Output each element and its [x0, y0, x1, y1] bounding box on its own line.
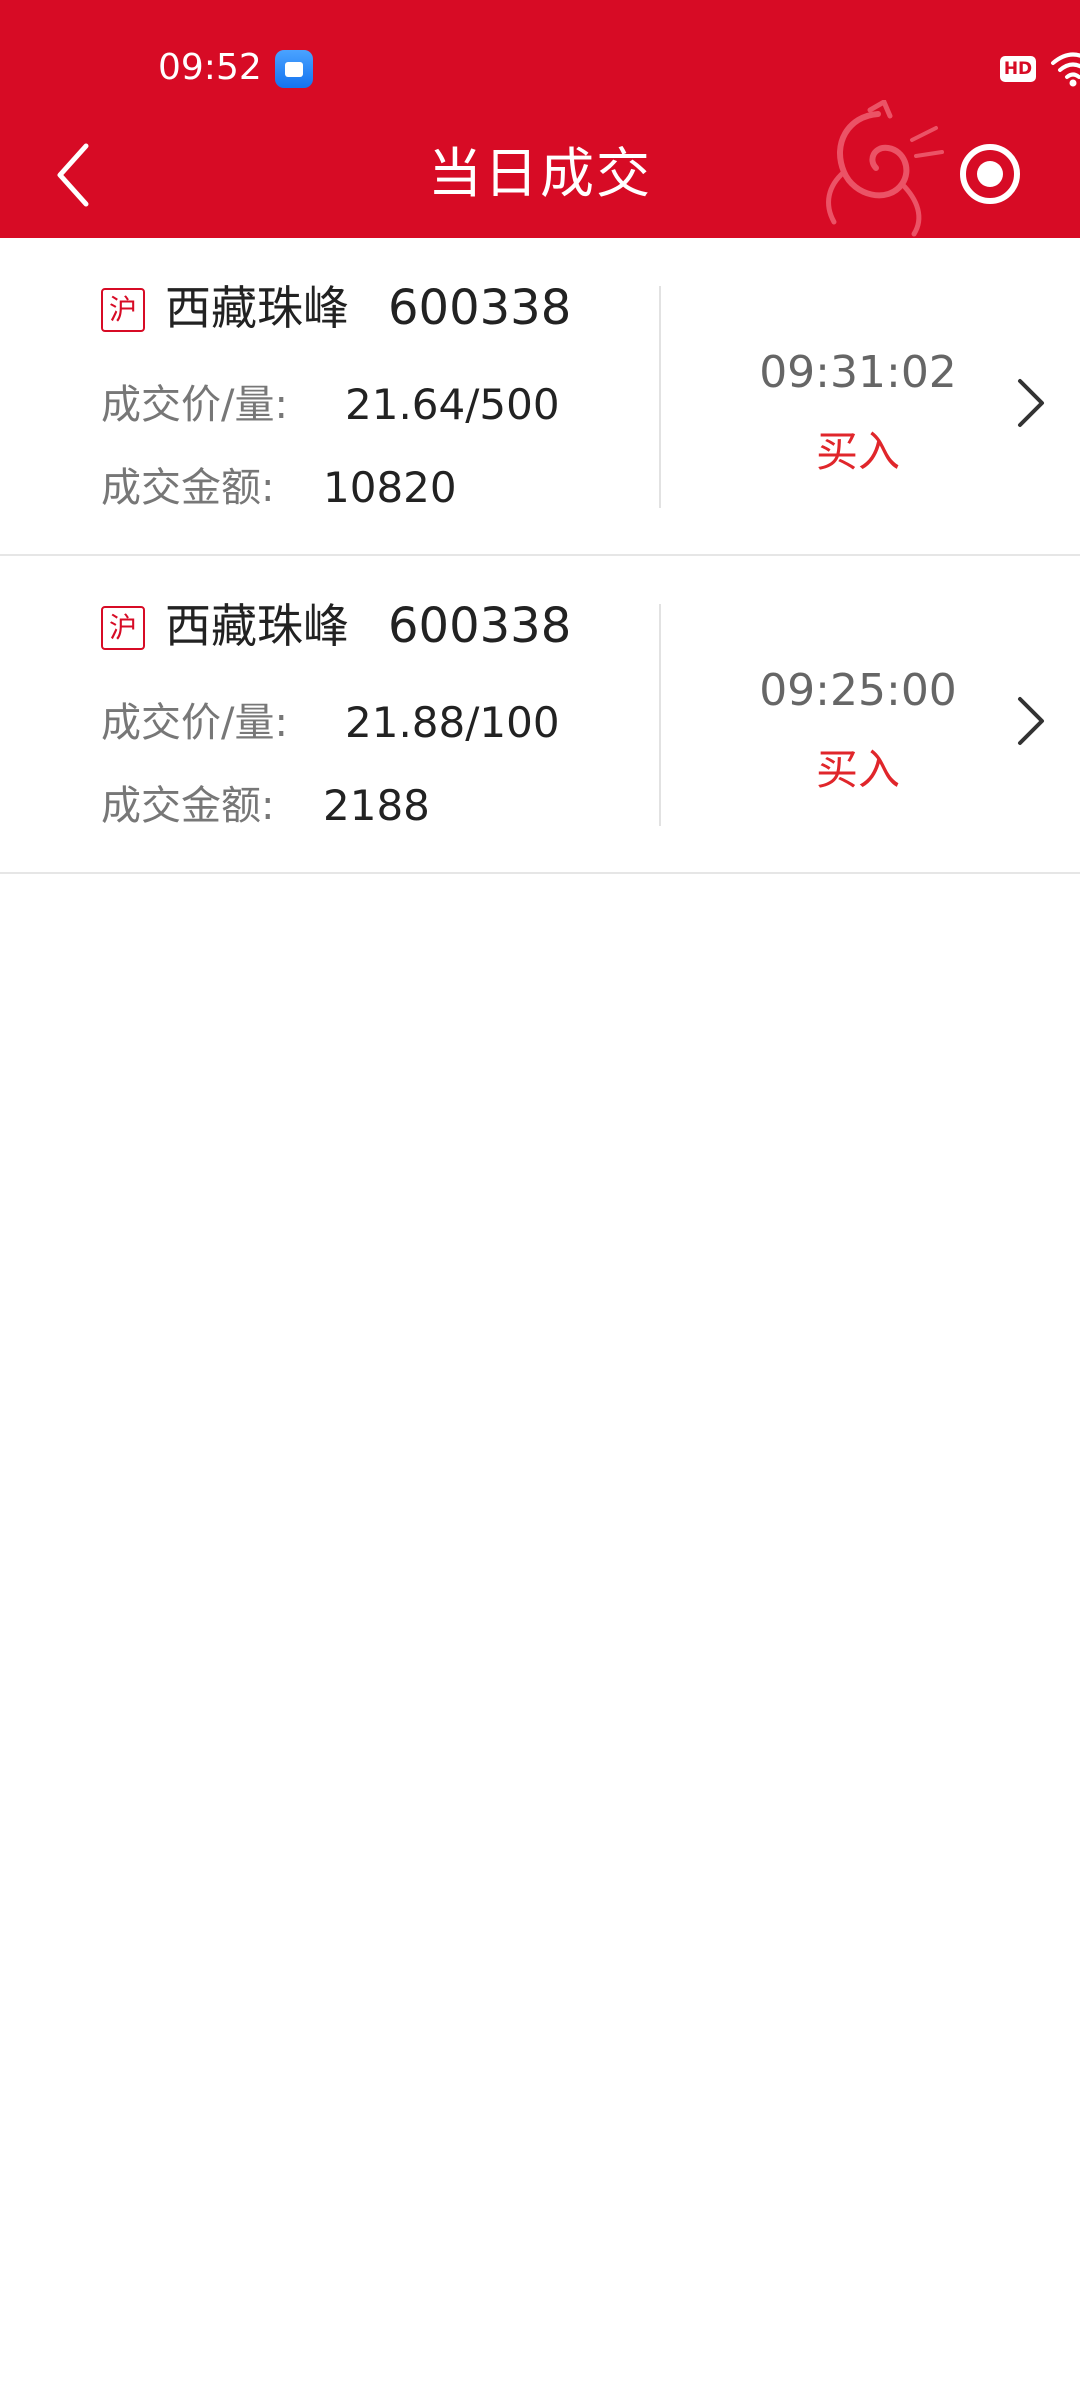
app-header: 09:52 HD 5G	[0, 0, 1080, 238]
price-qty-value: 21.88/100	[345, 698, 560, 747]
amount-value: 10820	[323, 463, 457, 512]
wifi-icon	[1050, 50, 1080, 88]
stock-name: 西藏珠峰	[165, 599, 349, 653]
price-qty-label: 成交价/量:	[101, 382, 288, 428]
hd-icon: HD	[1000, 56, 1036, 82]
app-notification-icon	[275, 50, 313, 88]
price-qty-label: 成交价/量:	[101, 700, 288, 746]
chevron-right-icon[interactable]	[1010, 691, 1050, 751]
dragon-logo-icon	[808, 98, 948, 238]
record-icon	[960, 144, 1020, 204]
trade-row[interactable]: 沪 西藏珠峰 600338 成交价/量: 21.88/100 成交金额: 218…	[0, 556, 1080, 874]
status-time: 09:52	[158, 47, 262, 88]
row-divider	[659, 604, 661, 826]
trade-side: 买入	[815, 745, 900, 794]
record-button[interactable]	[958, 142, 1022, 206]
trade-row[interactable]: 沪 西藏珠峰 600338 成交价/量: 21.64/500 成交金额: 108…	[0, 238, 1080, 556]
trade-time: 09:31:02	[759, 347, 957, 398]
price-qty-value: 21.64/500	[345, 380, 560, 429]
amount-value: 2188	[323, 781, 430, 830]
market-badge: 沪	[101, 606, 145, 650]
amount-label: 成交金额:	[101, 465, 275, 511]
stock-code: 600338	[388, 598, 572, 654]
chevron-right-icon[interactable]	[1010, 373, 1050, 433]
row-divider	[659, 286, 661, 508]
trade-time: 09:25:00	[759, 665, 957, 716]
market-badge: 沪	[101, 288, 145, 332]
stock-name: 西藏珠峰	[165, 281, 349, 335]
amount-label: 成交金额:	[101, 783, 275, 829]
stock-code: 600338	[388, 280, 572, 336]
trade-list: 沪 西藏珠峰 600338 成交价/量: 21.64/500 成交金额: 108…	[0, 238, 1080, 874]
trade-side: 买入	[815, 427, 900, 476]
